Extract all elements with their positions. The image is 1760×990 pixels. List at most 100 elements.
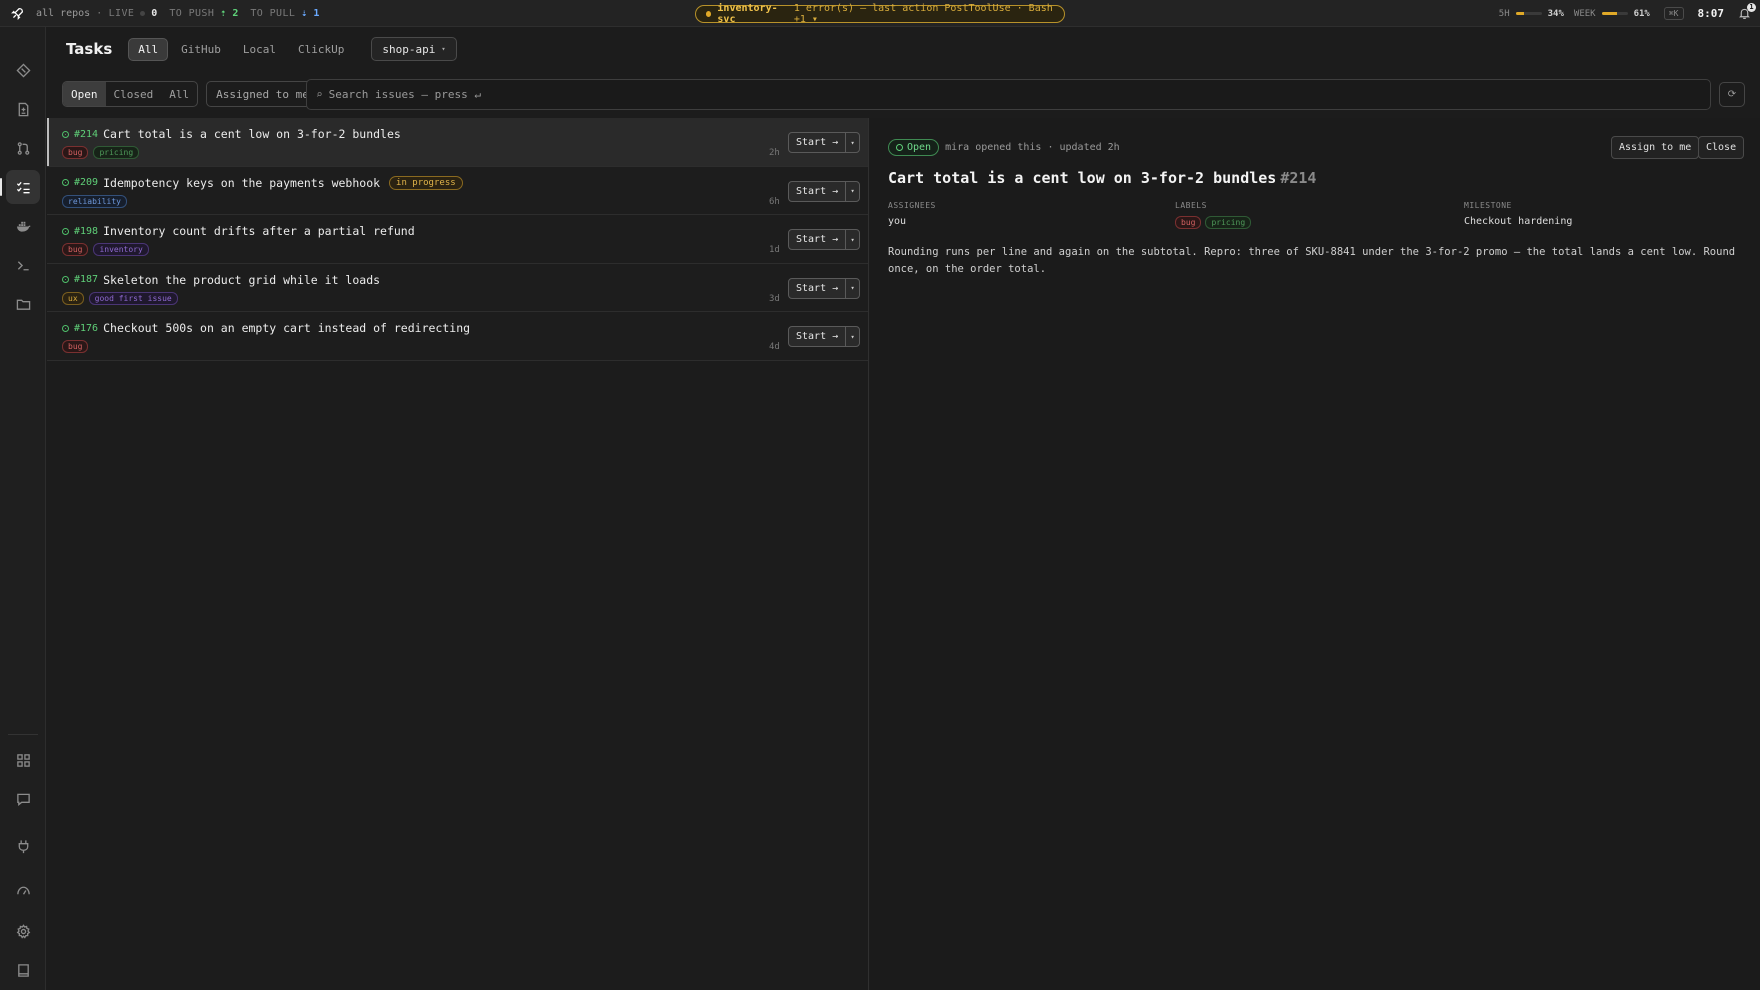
issue-label[interactable]: reliability bbox=[62, 194, 127, 208]
repo-select[interactable]: shop-api ▾ bbox=[371, 37, 457, 61]
five-hour-pct: 34% bbox=[1547, 8, 1564, 19]
issue-row[interactable]: #187 Skeleton the product grid while it … bbox=[47, 263, 868, 312]
issue-row[interactable]: #176 Checkout 500s on an empty cart inst… bbox=[47, 312, 868, 361]
sidebar-item-files[interactable] bbox=[6, 92, 40, 126]
open-issue-icon bbox=[62, 130, 69, 138]
scope-label[interactable]: all repos bbox=[36, 8, 90, 19]
chevron-down-icon[interactable]: ▾ bbox=[846, 182, 859, 201]
issue-age: 2h bbox=[769, 148, 780, 158]
issue-row[interactable]: #198 Inventory count drifts after a part… bbox=[47, 215, 868, 264]
start-button[interactable]: Start → bbox=[789, 278, 847, 298]
issue-row[interactable]: #214 Cart total is a cent low on 3-for-2… bbox=[47, 118, 868, 167]
milestone-label: MILESTONE bbox=[1464, 201, 1512, 210]
five-hour-meter bbox=[1515, 12, 1542, 15]
issue-title-text: Cart total is a cent low on 3-for-2 bund… bbox=[888, 169, 1277, 187]
command-palette-shortcut[interactable]: ⌘K bbox=[1663, 7, 1684, 20]
chevron-down-icon[interactable]: ▾ bbox=[846, 327, 859, 346]
issue-detail-pane: Open mira opened this · updated 2h Cart … bbox=[870, 118, 1760, 990]
source-tab-github[interactable]: GitHub bbox=[172, 39, 230, 60]
open-issue-icon bbox=[62, 227, 69, 235]
sidebar-item-docs[interactable] bbox=[6, 953, 40, 987]
sidebar-item-docker[interactable] bbox=[6, 209, 40, 243]
source-tab-clickup[interactable]: ClickUp bbox=[289, 39, 353, 60]
issue-label[interactable]: bug bbox=[62, 243, 89, 256]
issue-labels: ux good first issue bbox=[62, 291, 178, 305]
gauge-icon bbox=[16, 886, 30, 895]
open-issue-icon bbox=[62, 324, 69, 332]
assignees-value[interactable]: you bbox=[888, 216, 936, 227]
sidebar-item-plugins[interactable] bbox=[6, 829, 40, 863]
to-push-count[interactable]: ⇡ 2 bbox=[220, 8, 238, 19]
source-tab-local[interactable]: Local bbox=[234, 39, 285, 60]
issue-label[interactable]: bug bbox=[62, 146, 89, 159]
state-tab-open[interactable]: Open bbox=[63, 82, 106, 106]
issue-labels: bug bbox=[62, 340, 89, 353]
assignees-label: ASSIGNEES bbox=[888, 201, 936, 210]
chevron-down-icon[interactable]: ▾ bbox=[846, 279, 859, 298]
docker-whale-icon bbox=[16, 221, 31, 232]
issue-label[interactable]: bug bbox=[62, 340, 89, 353]
issue-label[interactable]: ux bbox=[62, 291, 84, 305]
issue-label[interactable]: good first issue bbox=[88, 291, 178, 305]
to-pull-label: TO PULL bbox=[250, 7, 296, 19]
close-issue-button[interactable]: Close bbox=[1698, 136, 1745, 159]
sidebar-item-terminal[interactable] bbox=[6, 248, 40, 282]
sidebar-item-dashboard[interactable] bbox=[6, 743, 40, 777]
issue-title[interactable]: Cart total is a cent low on 3-for-2 bund… bbox=[103, 127, 401, 141]
start-split-button: Start → ▾ bbox=[788, 326, 861, 347]
source-tab-all[interactable]: All bbox=[128, 37, 169, 61]
issue-labels: bug inventory bbox=[62, 243, 149, 256]
to-pull-count[interactable]: ⇣ 1 bbox=[301, 8, 319, 19]
start-button[interactable]: Start → bbox=[789, 230, 847, 249]
open-issue-icon bbox=[62, 179, 69, 186]
search-input[interactable] bbox=[328, 88, 929, 101]
issue-label[interactable]: inventory bbox=[93, 243, 149, 256]
labels-value[interactable]: bug pricing bbox=[1175, 216, 1252, 229]
file-diff-icon bbox=[18, 102, 28, 116]
start-button[interactable]: Start → bbox=[789, 133, 847, 152]
sidebar-item-usage[interactable] bbox=[6, 873, 40, 907]
start-button[interactable]: Start → bbox=[789, 327, 847, 346]
detail-label[interactable]: pricing bbox=[1205, 216, 1252, 229]
left-sidebar bbox=[0, 27, 46, 990]
error-alert-pill[interactable]: inventory-svc 1 error(s) — last action P… bbox=[695, 3, 1065, 25]
rocket-logo-icon bbox=[10, 6, 24, 20]
detail-label[interactable]: bug bbox=[1175, 216, 1202, 229]
issue-title: Cart total is a cent low on 3-for-2 bund… bbox=[888, 169, 1316, 187]
grid-icon bbox=[16, 753, 30, 767]
sidebar-item-git[interactable] bbox=[6, 53, 40, 87]
state-tab-closed[interactable]: Closed bbox=[106, 82, 162, 106]
issue-title[interactable]: Skeleton the product grid while it loads bbox=[103, 273, 380, 287]
open-issue-icon bbox=[62, 276, 69, 283]
issue-list: #214 Cart total is a cent low on 3-for-2… bbox=[47, 118, 869, 990]
sidebar-item-chat[interactable] bbox=[6, 782, 40, 816]
sidebar-item-pull-requests[interactable] bbox=[6, 131, 40, 165]
diamond-icon bbox=[15, 62, 31, 78]
issue-number: #214 bbox=[1280, 169, 1317, 187]
issue-label[interactable]: pricing bbox=[93, 146, 140, 159]
bell-icon[interactable]: 1 bbox=[1738, 2, 1756, 21]
refresh-button[interactable]: ⟳ bbox=[1719, 82, 1745, 107]
issue-title[interactable]: Inventory count drifts after a partial r… bbox=[103, 224, 415, 238]
chevron-down-icon[interactable]: ▾ bbox=[846, 230, 859, 249]
error-dot-icon bbox=[706, 11, 712, 17]
state-tab-all[interactable]: All bbox=[161, 82, 197, 106]
issue-age: 4d bbox=[769, 342, 780, 352]
state-badge-label: Open bbox=[907, 142, 932, 153]
notification-badge: 1 bbox=[1747, 2, 1756, 12]
book-icon bbox=[17, 963, 29, 977]
issue-title[interactable]: Checkout 500s on an empty cart instead o… bbox=[103, 321, 470, 335]
chevron-down-icon[interactable]: ▾ bbox=[846, 133, 859, 152]
sidebar-item-tasks[interactable] bbox=[0, 170, 40, 204]
sidebar-item-folder[interactable] bbox=[6, 287, 40, 321]
five-hour-label: 5H bbox=[1498, 8, 1510, 19]
issue-title[interactable]: Idempotency keys on the payments webhook bbox=[103, 176, 380, 190]
issue-row[interactable]: #209 Idempotency keys on the payments we… bbox=[47, 166, 868, 215]
sidebar-item-settings[interactable] bbox=[6, 914, 40, 948]
assign-to-me-button[interactable]: Assign to me bbox=[1611, 136, 1700, 159]
assigned-to-me-button[interactable]: Assigned to me bbox=[206, 81, 319, 107]
start-button[interactable]: Start → bbox=[789, 181, 847, 201]
week-label: WEEK bbox=[1573, 8, 1596, 19]
milestone-value[interactable]: Checkout hardening bbox=[1464, 216, 1572, 227]
issue-age: 3d bbox=[769, 293, 780, 304]
